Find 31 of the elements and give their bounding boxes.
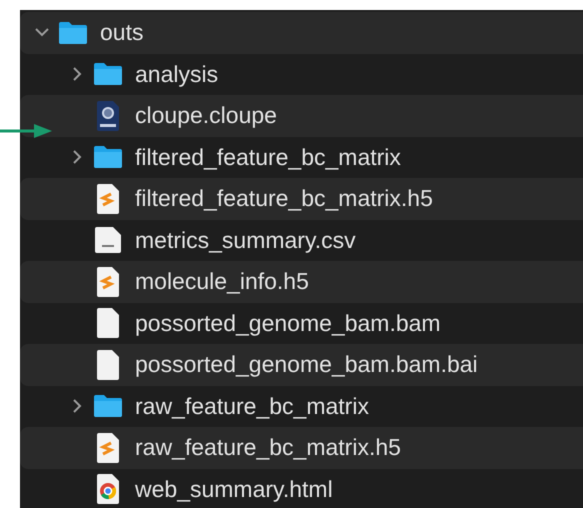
file-icon	[96, 350, 120, 380]
file-name[interactable]: filtered_feature_bc_matrix.h5	[135, 185, 433, 212]
row-highlight[interactable]: molecule_info.h5	[20, 261, 583, 302]
row-highlight[interactable]: filtered_feature_bc_matrix.h5	[20, 178, 583, 220]
file-name[interactable]: raw_feature_bc_matrix.h5	[135, 434, 401, 462]
document-icon	[96, 100, 120, 131]
file-name[interactable]: filtered_feature_bc_matrix	[135, 144, 401, 171]
folder-icon	[93, 145, 123, 170]
file-icon	[96, 308, 120, 338]
spreadsheet-file-icon	[94, 227, 122, 254]
file-name[interactable]: molecule_info.h5	[135, 268, 309, 296]
folder-icon	[58, 20, 88, 45]
code-file-icon	[96, 432, 120, 463]
file-name[interactable]: possorted_genome_bam.bam.bai	[135, 351, 478, 378]
code-file-icon	[96, 184, 120, 214]
row-highlight[interactable]: outs	[20, 12, 583, 54]
browser-file-icon	[96, 474, 120, 504]
row-highlight[interactable]: cloupe.cloupe	[20, 95, 583, 136]
folder-icon	[93, 62, 123, 86]
pointer-arrow	[0, 123, 52, 139]
file-name[interactable]: analysis	[135, 60, 218, 88]
row-highlight[interactable]: possorted_genome_bam.bam.bai	[20, 344, 583, 386]
row-highlight[interactable]: raw_feature_bc_matrix.h5	[20, 427, 583, 468]
file-name[interactable]: possorted_genome_bam.bam	[135, 310, 441, 337]
file-name[interactable]: metrics_summary.csv	[135, 226, 356, 254]
file-name[interactable]: outs	[100, 19, 144, 46]
file-name[interactable]: raw_feature_bc_matrix	[135, 392, 369, 420]
folder-icon	[93, 394, 123, 418]
code-file-icon	[96, 266, 120, 297]
file-name[interactable]: web_summary.html	[135, 476, 333, 503]
file-name[interactable]: cloupe.cloupe	[135, 102, 277, 130]
